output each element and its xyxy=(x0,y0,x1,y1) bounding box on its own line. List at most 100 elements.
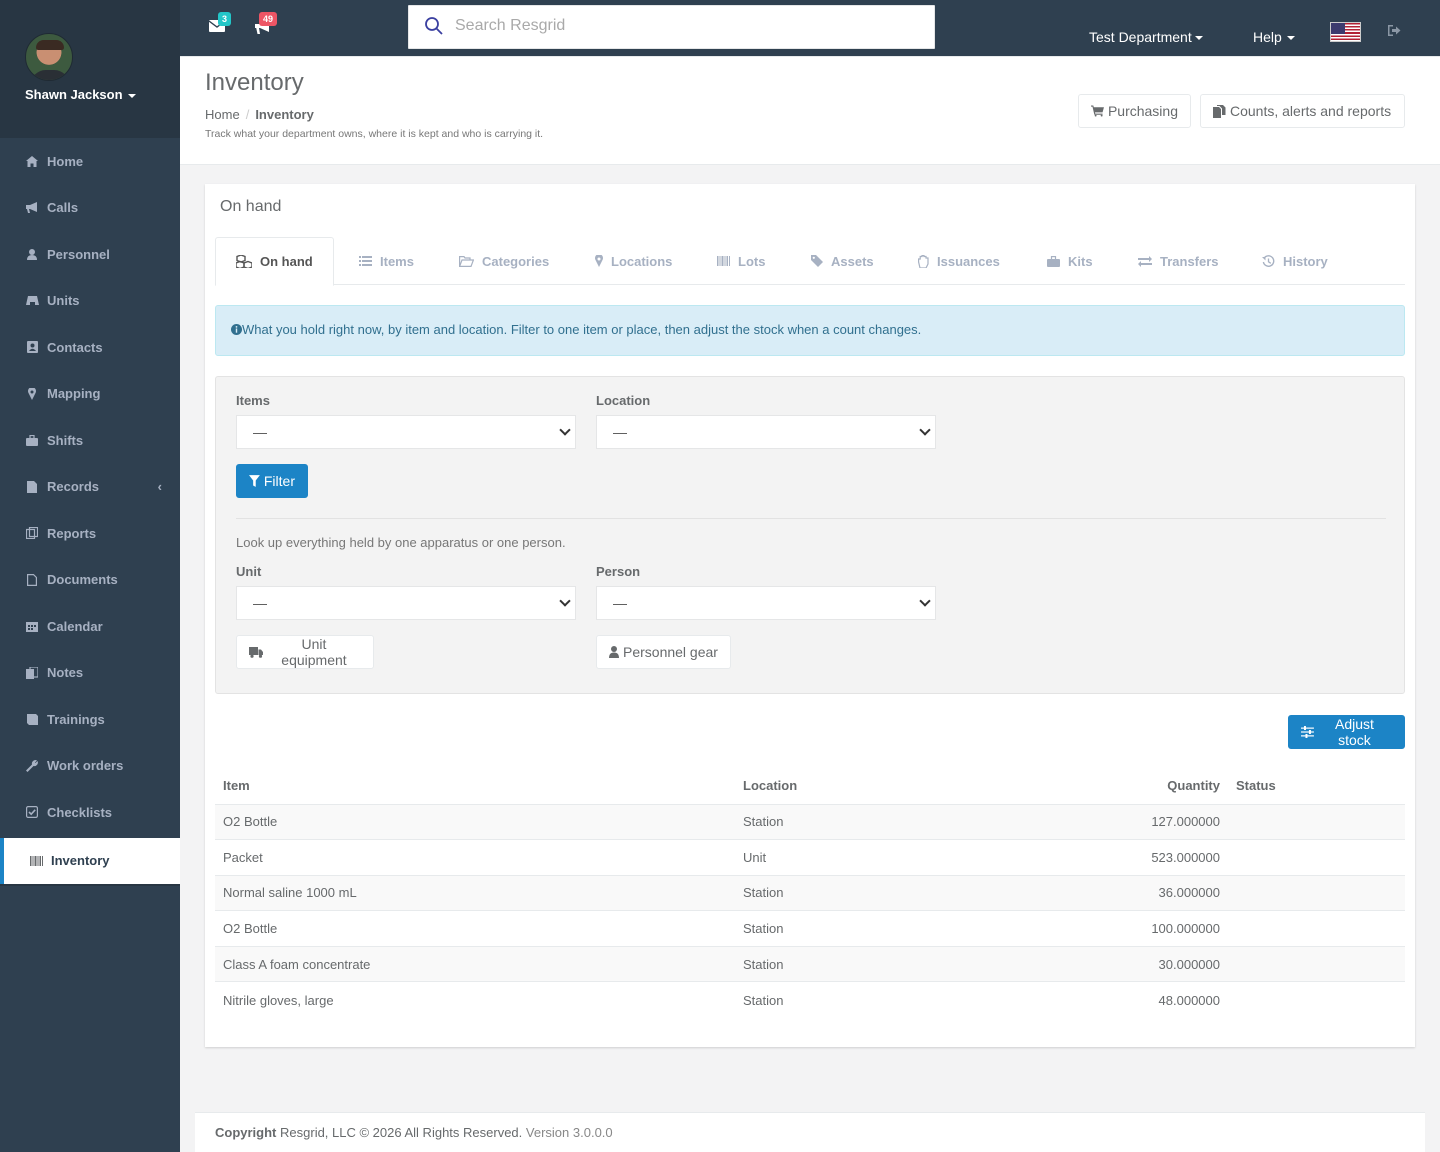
items-filter-label: Items xyxy=(236,393,270,408)
cell-location: Unit xyxy=(735,839,985,876)
sidebar-item-mapping[interactable]: Mapping xyxy=(0,371,180,418)
page-subtitle: Track what your department owns, where i… xyxy=(205,128,544,140)
cell-item: Packet xyxy=(215,839,735,876)
sidebar-item-shifts[interactable]: Shifts xyxy=(0,417,180,464)
copy-files-icon xyxy=(1213,104,1226,118)
filter-well: Items — Location — Filter Look up everyt… xyxy=(215,376,1405,694)
location-filter-label: Location xyxy=(596,393,651,408)
sidebar-item-inventory[interactable]: Inventory xyxy=(0,837,180,884)
us-flag-icon[interactable] xyxy=(1330,22,1361,42)
version-text: Version 3.0.0.0 xyxy=(525,1125,613,1140)
unit-select[interactable]: — xyxy=(236,586,576,620)
tab-locations[interactable]: Locations xyxy=(595,237,672,285)
shopping-cart-icon xyxy=(1091,105,1104,117)
counts-label: Counts, alerts and reports xyxy=(1230,103,1392,119)
personnel-gear-label: Personnel gear xyxy=(623,644,718,660)
filter-icon xyxy=(249,475,260,487)
alerts-link[interactable]: 49 xyxy=(255,12,278,34)
sidebar-item-label: Records xyxy=(47,479,100,495)
folder-open-icon xyxy=(459,255,474,267)
barcode-icon xyxy=(29,855,43,867)
cell-quantity: 48.000000 xyxy=(985,981,1228,1018)
avatar[interactable] xyxy=(25,33,73,81)
sidebar-nav: Home Calls Personnel Units Contacts Mapp… xyxy=(0,138,180,884)
user-icon xyxy=(25,248,39,260)
sidebar-item-calendar[interactable]: Calendar xyxy=(0,603,180,650)
tab-label: Assets xyxy=(831,253,874,269)
help-dropdown[interactable]: Help xyxy=(1253,29,1295,45)
unit-filter-label: Unit xyxy=(236,564,262,579)
counts-alerts-reports-button[interactable]: Counts, alerts and reports xyxy=(1200,94,1405,128)
tab-lots[interactable]: Lots xyxy=(717,237,765,285)
sliders-icon xyxy=(1301,726,1314,738)
address-book-icon xyxy=(25,341,39,354)
info-text: What you hold right now, by item and loc… xyxy=(242,322,922,337)
tab-transfers[interactable]: Transfers xyxy=(1138,237,1219,285)
filter-button[interactable]: Filter xyxy=(236,464,308,498)
sign-out-icon[interactable] xyxy=(1388,25,1401,39)
sidebar-item-contacts[interactable]: Contacts xyxy=(0,324,180,371)
book-icon xyxy=(25,713,39,726)
sidebar-item-notes[interactable]: Notes xyxy=(0,650,180,697)
sidebar-item-work-orders[interactable]: Work orders xyxy=(0,743,180,790)
chevron-down-icon xyxy=(559,595,571,607)
column-header-quantity[interactable]: Quantity xyxy=(985,768,1228,805)
briefcase-icon xyxy=(1047,255,1060,267)
cell-location: Station xyxy=(735,945,985,982)
unit-equipment-button[interactable]: Unit equipment xyxy=(236,635,374,669)
items-select[interactable]: — xyxy=(236,415,576,449)
personnel-gear-button[interactable]: Personnel gear xyxy=(596,635,731,669)
sidebar-item-label: Documents xyxy=(47,572,118,588)
sidebar-item-home[interactable]: Home xyxy=(0,138,180,185)
sidebar-item-units[interactable]: Units xyxy=(0,278,180,325)
chevron-down-icon xyxy=(919,595,931,607)
search-input[interactable] xyxy=(455,17,895,35)
tab-categories[interactable]: Categories xyxy=(459,237,549,285)
column-header-status[interactable]: Status xyxy=(1228,768,1405,805)
cell-item: O2 Bottle xyxy=(215,910,735,947)
column-header-location[interactable]: Location xyxy=(735,768,985,805)
sidebar-item-label: Home xyxy=(47,153,84,169)
sidebar-item-checklists[interactable]: Checklists xyxy=(0,789,180,836)
tab-assets[interactable]: Assets xyxy=(811,237,874,285)
sidebar-item-trainings[interactable]: Trainings xyxy=(0,696,180,743)
search-box[interactable] xyxy=(407,4,936,50)
tab-label: Locations xyxy=(611,253,673,269)
cubes-icon xyxy=(236,255,252,268)
tab-issuances[interactable]: Issuances xyxy=(918,237,1000,285)
tab-history[interactable]: History xyxy=(1262,237,1328,285)
profile-header: Shawn Jackson xyxy=(0,0,180,138)
sidebar-item-records[interactable]: Records ‹ xyxy=(0,464,180,511)
cell-status xyxy=(1228,910,1405,947)
caret-down-icon xyxy=(1286,36,1295,41)
divider xyxy=(236,518,1386,519)
sidebar-item-reports[interactable]: Reports xyxy=(0,510,180,557)
tab-items[interactable]: Items xyxy=(359,237,414,285)
cell-status xyxy=(1228,803,1405,840)
barcode-icon xyxy=(717,256,730,266)
column-header-item[interactable]: Item xyxy=(215,768,735,805)
user-menu[interactable]: Shawn Jackson xyxy=(25,87,136,102)
purchasing-label: Purchasing xyxy=(1107,103,1178,119)
notes-icon xyxy=(25,666,39,679)
breadcrumb-home[interactable]: Home xyxy=(205,107,240,122)
department-dropdown[interactable]: Test Department xyxy=(1089,29,1203,45)
check-square-icon xyxy=(25,806,39,819)
info-circle-icon xyxy=(231,324,242,335)
sidebar-item-calls[interactable]: Calls xyxy=(0,185,180,232)
sidebar-item-documents[interactable]: Documents xyxy=(0,557,180,604)
breadcrumb-separator: / xyxy=(245,107,250,122)
adjust-stock-button[interactable]: Adjust stock xyxy=(1288,715,1405,749)
tab-on-hand[interactable]: On hand xyxy=(215,237,334,286)
sidebar-item-personnel[interactable]: Personnel xyxy=(0,231,180,278)
sidebar-divider xyxy=(0,884,180,886)
calendar-icon xyxy=(25,620,39,633)
person-select[interactable]: — xyxy=(596,586,936,620)
person-select-value: — xyxy=(613,595,627,611)
messages-link[interactable]: 3 xyxy=(208,12,232,34)
purchasing-button[interactable]: Purchasing xyxy=(1078,94,1191,128)
cell-quantity: 523.000000 xyxy=(985,839,1228,876)
tab-kits[interactable]: Kits xyxy=(1047,237,1093,285)
location-select[interactable]: — xyxy=(596,415,936,449)
chevron-left-icon: ‹ xyxy=(157,479,162,495)
